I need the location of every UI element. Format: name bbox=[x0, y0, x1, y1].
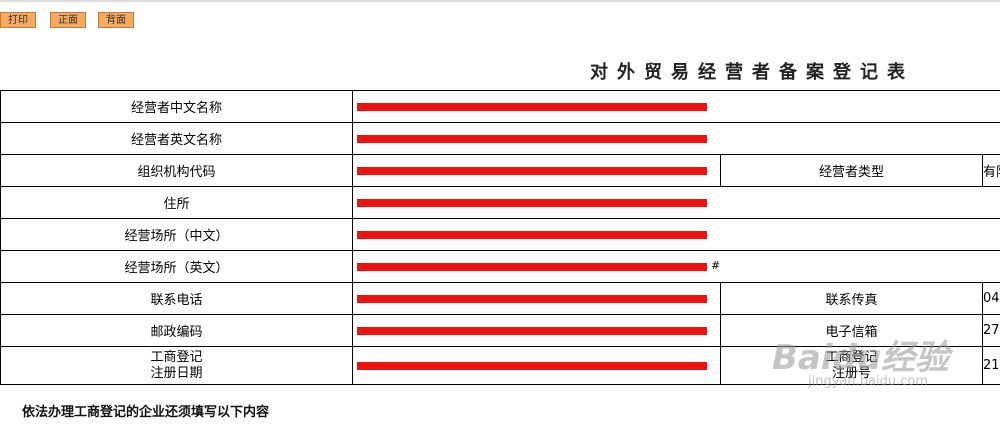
field-label: 邮政编码 bbox=[0, 314, 353, 347]
registration-date-value bbox=[352, 346, 721, 385]
form-row-name-cn: 经营者中文名称 bbox=[0, 90, 1000, 123]
field-label: 联系电话 bbox=[0, 282, 353, 315]
redaction-bar bbox=[357, 262, 707, 271]
field-label: 联系传真 bbox=[720, 282, 983, 315]
redaction-bar bbox=[357, 230, 707, 239]
redaction-bar bbox=[357, 134, 707, 143]
name-cn-value bbox=[351, 90, 1000, 123]
footer-note: 依法办理工商登记的企业还须填写以下内容 bbox=[22, 405, 270, 420]
field-label: 经营者中文名称 bbox=[0, 90, 353, 123]
print-button[interactable]: 打印 bbox=[0, 12, 36, 28]
form-row-premises-cn: 经营场所（中文） bbox=[0, 218, 1000, 251]
form-row-premises-en: 经营场所（英文） # bbox=[0, 250, 1000, 283]
field-label: 住所 bbox=[0, 186, 353, 219]
redaction-bar bbox=[357, 102, 707, 111]
registration-number-value: 21 bbox=[981, 346, 1000, 385]
label-line-2: 注册日期 bbox=[150, 365, 203, 381]
page-title: 对外贸易经营者备案登记表 bbox=[590, 62, 914, 83]
back-side-button[interactable]: 背面 bbox=[98, 12, 134, 28]
baidu-watermark: Baidu经验 jingyan.baidu.com bbox=[760, 330, 950, 410]
front-side-button[interactable]: 正面 bbox=[50, 12, 86, 28]
top-divider bbox=[0, 0, 1000, 2]
phone-value bbox=[352, 282, 721, 315]
watermark-url: jingyan.baidu.com bbox=[808, 374, 928, 389]
form-row-address: 住所 bbox=[0, 186, 1000, 219]
redaction-bar bbox=[357, 326, 707, 335]
field-label: 经营场所（英文） bbox=[0, 250, 353, 283]
field-label: 工商登记 注册日期 bbox=[0, 346, 353, 385]
premises-cn-value bbox=[351, 218, 1000, 251]
fax-value: 04 bbox=[981, 282, 1000, 315]
postcode-value bbox=[352, 314, 721, 347]
watermark-logo: Baidu经验 bbox=[772, 338, 950, 378]
form-row-phone: 联系电话 联系传真 04 bbox=[0, 282, 1000, 315]
field-label: 经营者英文名称 bbox=[0, 122, 353, 155]
operator-type-value: 有限 bbox=[981, 154, 1000, 187]
premises-en-value: # bbox=[351, 250, 1000, 283]
redaction-bar bbox=[357, 166, 707, 175]
redaction-bar bbox=[357, 294, 707, 303]
field-label: 经营者类型 bbox=[720, 154, 983, 187]
field-label: 组织机构代码 bbox=[0, 154, 353, 187]
label-line-1: 工商登记 bbox=[150, 349, 203, 365]
redaction-bar bbox=[357, 361, 707, 370]
field-label: 经营场所（中文） bbox=[0, 218, 353, 251]
email-value: 27 bbox=[981, 314, 1000, 347]
value-tail: # bbox=[711, 258, 721, 272]
form-row-name-en: 经营者英文名称 bbox=[0, 122, 1000, 155]
form-row-org-code: 组织机构代码 经营者类型 有限 bbox=[0, 154, 1000, 187]
address-value bbox=[351, 186, 1000, 219]
redaction-bar bbox=[357, 198, 707, 207]
org-code-value bbox=[352, 154, 721, 187]
name-en-value bbox=[351, 122, 1000, 155]
